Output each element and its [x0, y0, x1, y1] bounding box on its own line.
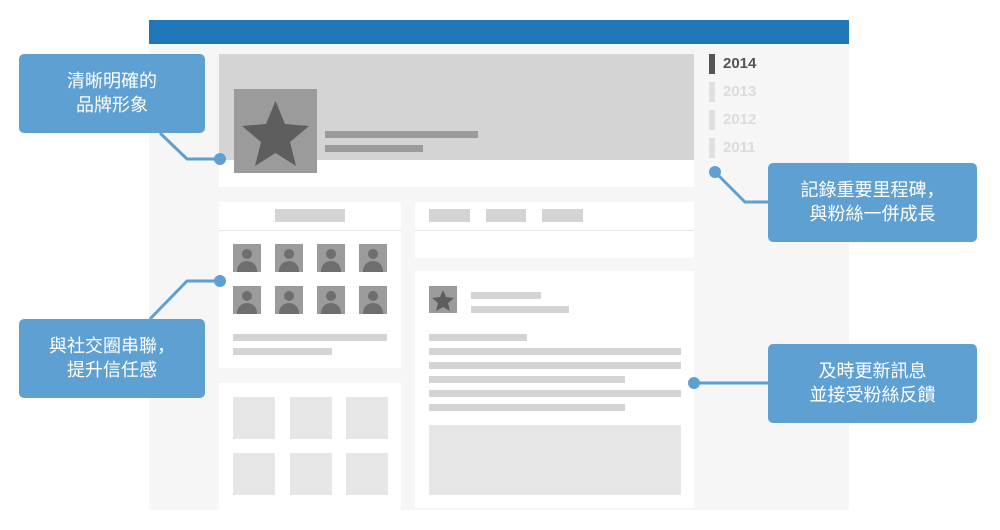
callout-brand: 清晰明確的 品牌形象 [19, 54, 205, 133]
callout-milestone: 記錄重要里程碑， 與粉絲一併成長 [768, 163, 977, 242]
callout-social: 與社交圈串聯， 提升信任感 [19, 319, 205, 398]
callout-update: 及時更新訊息 並接受粉絲反饋 [768, 344, 977, 423]
